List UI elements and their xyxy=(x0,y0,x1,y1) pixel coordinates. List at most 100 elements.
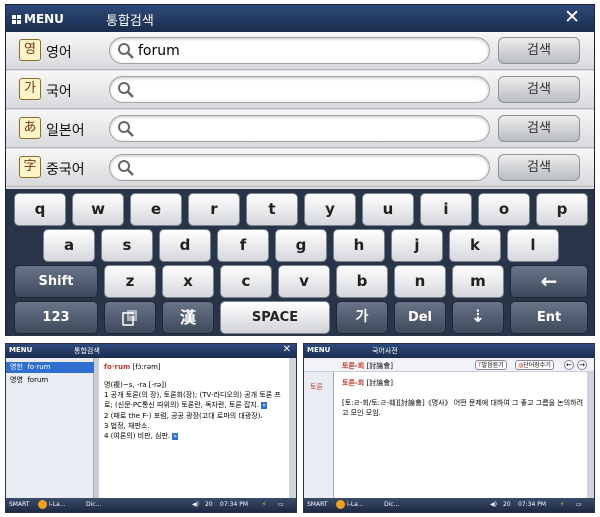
key-y[interactable]: y xyxy=(304,193,356,226)
key-c[interactable]: c xyxy=(220,265,272,298)
part-of-speech: 명(複)~s, -ra [-rə]) xyxy=(104,381,167,389)
enter-key[interactable]: Ent xyxy=(510,301,588,334)
chinese-dict-icon: 字 xyxy=(19,156,41,178)
app-icon[interactable] xyxy=(336,500,345,509)
pronunciation-button[interactable]: T발음듣기 xyxy=(475,360,507,370)
shift-key[interactable]: Shift xyxy=(14,265,98,298)
keyboard-icon[interactable]: ▭ xyxy=(278,501,284,508)
search-icon xyxy=(118,43,134,59)
numeric-key[interactable]: 123 xyxy=(14,301,98,334)
key-p[interactable]: p xyxy=(536,193,588,226)
search-input-chinese[interactable] xyxy=(109,154,490,181)
key-a[interactable]: a xyxy=(43,229,95,262)
key-l[interactable]: l xyxy=(507,229,559,262)
definition-4: 4 (여론의) 비판, 심판. » xyxy=(104,432,179,440)
results-list: 영한 fo·rum 영영 forum xyxy=(6,358,94,499)
menu-button[interactable]: MENU xyxy=(12,10,64,28)
clipboard-key[interactable] xyxy=(104,301,156,334)
key-k[interactable]: k xyxy=(449,229,501,262)
power-icon[interactable]: ⚡ xyxy=(262,501,266,508)
result-item[interactable]: 영영 forum xyxy=(6,375,94,386)
more-icon[interactable]: » xyxy=(172,433,179,440)
system-taskbar: SMART i-La... Dic... ◀) 20 07:34 PM ⚡ ▭ xyxy=(304,498,594,512)
clipboard-icon xyxy=(122,310,137,326)
menu-grid-icon xyxy=(12,14,21,24)
definition-scrollbar[interactable] xyxy=(289,358,296,499)
taskbar-app-dic[interactable]: Dic... xyxy=(86,501,101,508)
search-button-japanese[interactable]: 검색 xyxy=(498,115,580,142)
hanja-key[interactable]: 漢 xyxy=(162,301,214,334)
window-title: 통합검색 xyxy=(106,14,154,29)
close-button[interactable]: ✕ xyxy=(564,6,580,28)
key-b[interactable]: b xyxy=(336,265,388,298)
key-w[interactable]: w xyxy=(72,193,124,226)
window-title: 통합검색 xyxy=(74,347,100,355)
power-icon[interactable]: ⚡ xyxy=(560,501,564,508)
entry-content: 토론-회 [討論會] [토:ㄹ-회/토:ㄹ-훼][討論會]《명사》 어떤 문제에… xyxy=(342,378,587,418)
search-input-japanese[interactable] xyxy=(109,115,490,142)
korean-dict-icon: 가 xyxy=(19,78,41,100)
menu-button[interactable]: MENU xyxy=(307,346,330,354)
space-key[interactable]: SPACE xyxy=(220,301,330,334)
volume-icon[interactable]: ◀) xyxy=(192,501,199,508)
search-icon xyxy=(118,82,134,98)
key-j[interactable]: j xyxy=(391,229,443,262)
search-icon xyxy=(118,121,134,137)
volume-level: 20 xyxy=(503,501,511,508)
key-x[interactable]: x xyxy=(162,265,214,298)
lang-label-korean: 국어 xyxy=(46,84,72,100)
search-input-english[interactable]: forum xyxy=(109,37,490,64)
key-i[interactable]: i xyxy=(420,193,472,226)
key-r[interactable]: r xyxy=(188,193,240,226)
next-icon[interactable]: → xyxy=(577,360,587,370)
key-u[interactable]: u xyxy=(362,193,414,226)
result-item-selected[interactable]: 영한 fo·rum xyxy=(6,362,94,373)
lang-label-japanese: 일본어 xyxy=(46,123,85,139)
taskbar-app-dic[interactable]: Dic... xyxy=(384,501,399,508)
close-button[interactable]: ✕ xyxy=(283,344,291,355)
hangul-key[interactable]: 가 xyxy=(336,301,388,334)
key-m[interactable]: m xyxy=(452,265,504,298)
search-button-chinese[interactable]: 검색 xyxy=(498,154,580,181)
taskbar-app-ila[interactable]: i-La... xyxy=(49,501,66,508)
volume-icon[interactable]: ◀) xyxy=(490,501,497,508)
app-icon[interactable] xyxy=(38,500,47,509)
definition-scrollbar[interactable] xyxy=(587,372,594,499)
definition-2: 2 (때로 the F-) 포럼, 공공 광장(고대 로마의 대광장). xyxy=(104,412,263,420)
lang-label-chinese: 중국어 xyxy=(46,162,85,178)
definition-3: 3 법정, 재판소. xyxy=(104,422,150,430)
search-row-japanese: あ 일본어 검색 xyxy=(6,110,594,148)
entry-heading-top: 토론-회 [討論會] xyxy=(342,362,393,370)
key-e[interactable]: e xyxy=(130,193,182,226)
search-button-korean[interactable]: 검색 xyxy=(498,76,580,103)
save-word-button[interactable]: ◍단어장수기 xyxy=(515,360,554,370)
headword: fo·rum xyxy=(104,363,131,371)
language-search-rows: 영 영어 forum 검색 가 국어 검색 あ 일본어 검색 字 중국어 검색 xyxy=(6,32,594,189)
search-button-english[interactable]: 검색 xyxy=(498,37,580,64)
key-d[interactable]: d xyxy=(159,229,211,262)
prev-icon[interactable]: ← xyxy=(564,360,574,370)
taskbar-app-ila[interactable]: i-La... xyxy=(347,501,364,508)
key-f[interactable]: f xyxy=(217,229,269,262)
menu-button[interactable]: MENU xyxy=(9,346,32,354)
search-input-korean[interactable] xyxy=(109,76,490,103)
key-h[interactable]: h xyxy=(333,229,385,262)
search-row-english: 영 영어 forum 검색 xyxy=(6,32,594,70)
key-v[interactable]: v xyxy=(278,265,330,298)
key-z[interactable]: z xyxy=(104,265,156,298)
key-n[interactable]: n xyxy=(394,265,446,298)
lang-label-english: 영어 xyxy=(46,45,72,61)
keyboard-icon[interactable]: ▭ xyxy=(576,501,582,508)
title-bar: MENU 통합검색 ✕ xyxy=(6,344,296,358)
backspace-key[interactable]: ← xyxy=(510,265,588,298)
more-icon[interactable]: » xyxy=(261,402,268,409)
key-o[interactable]: o xyxy=(478,193,530,226)
list-scrollbar[interactable] xyxy=(94,358,99,499)
key-s[interactable]: s xyxy=(101,229,153,262)
sidebar-item-topic[interactable]: 토론 xyxy=(304,372,333,392)
down-arrow-key[interactable]: ⇣ xyxy=(452,301,504,334)
key-t[interactable]: t xyxy=(246,193,298,226)
key-q[interactable]: q xyxy=(14,193,66,226)
delete-key[interactable]: Del xyxy=(394,301,446,334)
key-g[interactable]: g xyxy=(275,229,327,262)
